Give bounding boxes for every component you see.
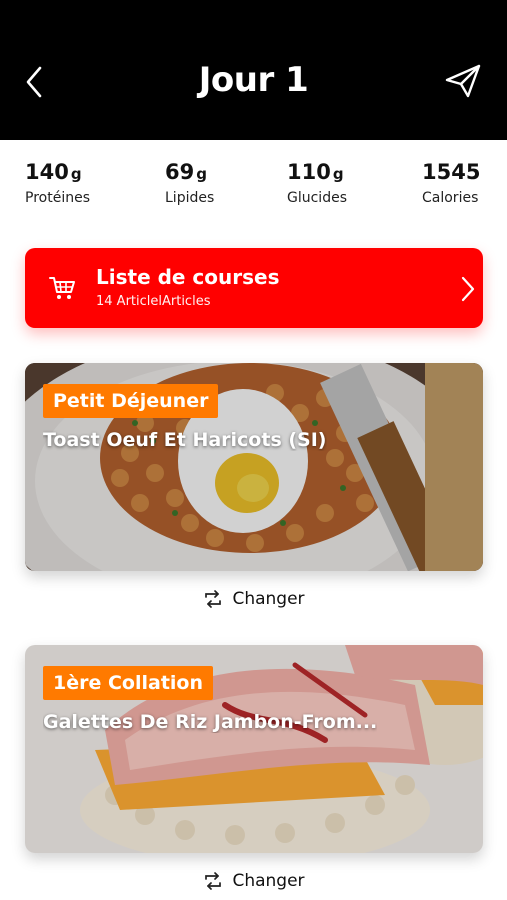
macro-unit: g: [196, 165, 207, 183]
meal-tag: 1ère Collation: [43, 666, 213, 700]
macro-unit: g: [332, 165, 344, 183]
top-bar: Jour 1: [0, 0, 507, 140]
macro-label: Lipides: [165, 190, 215, 206]
shopping-cart-icon: [49, 277, 75, 299]
macro-label: Protéines: [25, 190, 90, 206]
macro-label: Calories: [422, 190, 479, 206]
change-label: Changer: [232, 871, 305, 891]
meal-tag: Petit Déjeuner: [43, 384, 219, 418]
macro-lipids: 69 g Lipides: [165, 160, 214, 206]
macro-value: 140: [25, 160, 69, 184]
meal-card-breakfast[interactable]: Petit Déjeuner Toast Oeuf Et Haricots (S…: [25, 363, 483, 571]
macro-proteins: 140 g Protéines: [25, 160, 90, 206]
change-meal-button[interactable]: Changer: [0, 588, 507, 618]
paper-plane-icon[interactable]: [444, 64, 482, 98]
macro-label: Glucides: [287, 190, 347, 206]
swap-icon: [205, 872, 222, 890]
macro-value: 110: [287, 160, 331, 184]
shopping-list-title: Liste de courses: [96, 265, 280, 289]
change-meal-button[interactable]: Changer: [0, 870, 507, 900]
swap-icon: [205, 590, 222, 608]
change-label: Changer: [232, 589, 305, 609]
macro-calories: 1545 Calories: [422, 160, 482, 206]
macro-carbs: 110 g Glucides: [287, 160, 347, 206]
macros-summary: 140 g Protéines 69 g Lipides 110 g Glucides…: [0, 160, 507, 220]
macro-value: 69: [165, 160, 195, 184]
chevron-right-icon: [461, 276, 475, 302]
page-title: Jour 1: [198, 60, 309, 100]
meal-name: Toast Oeuf Et Haricots (SI): [43, 429, 327, 451]
meal-name: Galettes De Riz Jambon-From...: [43, 711, 378, 733]
macro-unit: g: [70, 165, 82, 183]
macro-value: 1545: [422, 160, 481, 184]
shopping-list-count: 14 ArticlelArticles: [96, 294, 211, 309]
meal-card-snack[interactable]: 1ère Collation Galettes De Riz Jambon-Fr…: [25, 645, 483, 853]
shopping-list-button[interactable]: Liste de courses 14 ArticlelArticles: [25, 248, 483, 328]
